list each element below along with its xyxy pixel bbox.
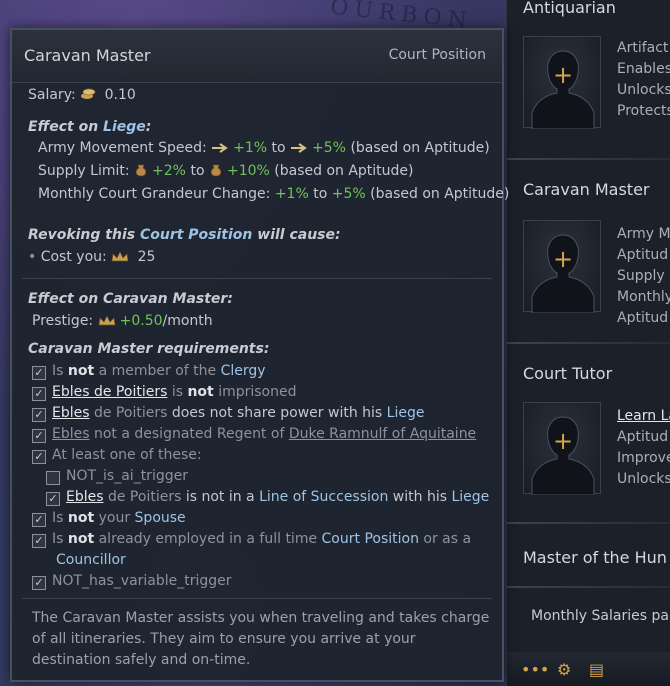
tooltip-subtitle: Court Position [388,47,486,63]
add-person-icon: + [531,234,595,313]
section-effects-caravan-master: Army M Aptitud Supply L Monthly Aptitud [617,226,670,326]
unchecked-box-icon: ✓ [46,471,60,485]
revoke-cost-row: • Cost you: 25 [28,248,155,269]
empty-portrait-slot-antiquarian[interactable]: + [523,36,601,129]
tooltip-title: Caravan Master [24,46,151,65]
army-movement-speed-row: Army Movement Speed: +1% to +5% (based o… [38,139,490,160]
more-icon[interactable]: ••• [521,660,549,679]
requirement-row: ✓ At least one of these: [32,446,202,465]
section-title-court-tutor: Court Tutor [523,364,613,383]
requirement-row-continuation: Councillor [56,552,126,568]
gold-coins-icon [80,87,96,107]
checkmark-icon: ✓ [32,408,46,422]
section-title-master-of-the-hunt: Master of the Hun [523,548,667,567]
add-person-icon: + [531,50,595,129]
position-description: The Caravan Master assists you when trav… [32,610,490,668]
section-divider [507,158,670,160]
requirement-row: ✓ Is not a member of the Clergy [32,362,266,381]
section-divider [507,586,670,588]
requirement-row: ✓ NOT_has_variable_trigger [32,572,232,591]
court-position-tooltip: Caravan Master Court Position Salary: 0.… [10,28,509,682]
tooltip-header: Caravan Master Court Position [12,30,502,83]
court-grandeur-row: Monthly Court Grandeur Change: +1% to +5… [38,186,510,202]
requirement-row: ✓ Is not your Spouse [32,509,186,528]
arrow-icon [290,141,308,160]
empty-portrait-slot-court-tutor[interactable]: + [523,402,601,495]
section-title-caravan-master: Caravan Master [523,180,650,199]
checkmark-icon: ✓ [32,429,46,443]
svg-text:+: + [553,245,573,273]
section-divider [507,342,670,344]
empty-portrait-slot-caravan-master[interactable]: + [523,220,601,313]
add-person-icon: + [531,416,595,495]
supply-limit-row: Supply Limit: +2% to +10% (based on Apti… [38,162,414,183]
gear-icon[interactable]: ⚙ [557,660,571,679]
section-effects-court-tutor: Learn La Aptitud Improve Unlocks [617,408,670,487]
book-icon[interactable]: ▤ [589,660,604,679]
prestige-row: Prestige: +0.50/month [32,312,213,333]
checkmark-icon: ✓ [32,450,46,464]
bottom-toolbar: ••• ⚙ ▤ [507,652,670,686]
requirement-row: ✓ Ebles de Poitiers is not in a Line of S… [46,488,489,507]
requirement-row: ✓NOT_is_ai_trigger [46,467,188,486]
checkmark-icon: ✓ [46,492,60,506]
prestige-crown-icon [111,250,129,269]
supply-sack-icon [134,163,148,183]
section-effects-antiquarian: Artifact Enables Unlocks Protects [617,40,670,119]
monthly-salaries-label: Monthly Salaries paid [531,608,670,624]
svg-text:+: + [553,427,573,455]
checkmark-icon: ✓ [32,387,46,401]
checkmark-icon: ✓ [32,576,46,590]
requirement-row: ✓ Ebles de Poitiers is not imprisoned [32,383,297,402]
tooltip-divider [22,598,492,599]
prestige-crown-icon [98,314,116,333]
supply-sack-icon [209,163,223,183]
checkmark-icon: ✓ [32,513,46,527]
requirement-row: ✓ Is not already employed in a full time … [32,530,471,549]
salary-row: Salary: 0.10 [28,86,136,107]
requirement-row: ✓ Ebles de Poitiers does not share power … [32,404,424,423]
effect-on-liege-header: Effect on Liege: [28,119,152,135]
checkmark-icon: ✓ [32,534,46,548]
section-title-antiquarian: Antiquarian [523,0,616,17]
section-divider [507,522,670,524]
effect-on-caravan-master-header: Effect on Caravan Master: [28,291,233,307]
requirements-header: Caravan Master requirements: [28,341,270,357]
tooltip-divider [22,278,492,279]
revoke-header: Revoking this Court Position will cause: [28,227,341,243]
svg-text:+: + [553,61,573,89]
requirement-row: ✓ Ebles not a designated Regent of Duke R… [32,425,476,444]
court-positions-panel: Antiquarian + Artifact Enables Unlocks P… [506,0,670,686]
arrow-icon [211,141,229,160]
checkmark-icon: ✓ [32,366,46,380]
